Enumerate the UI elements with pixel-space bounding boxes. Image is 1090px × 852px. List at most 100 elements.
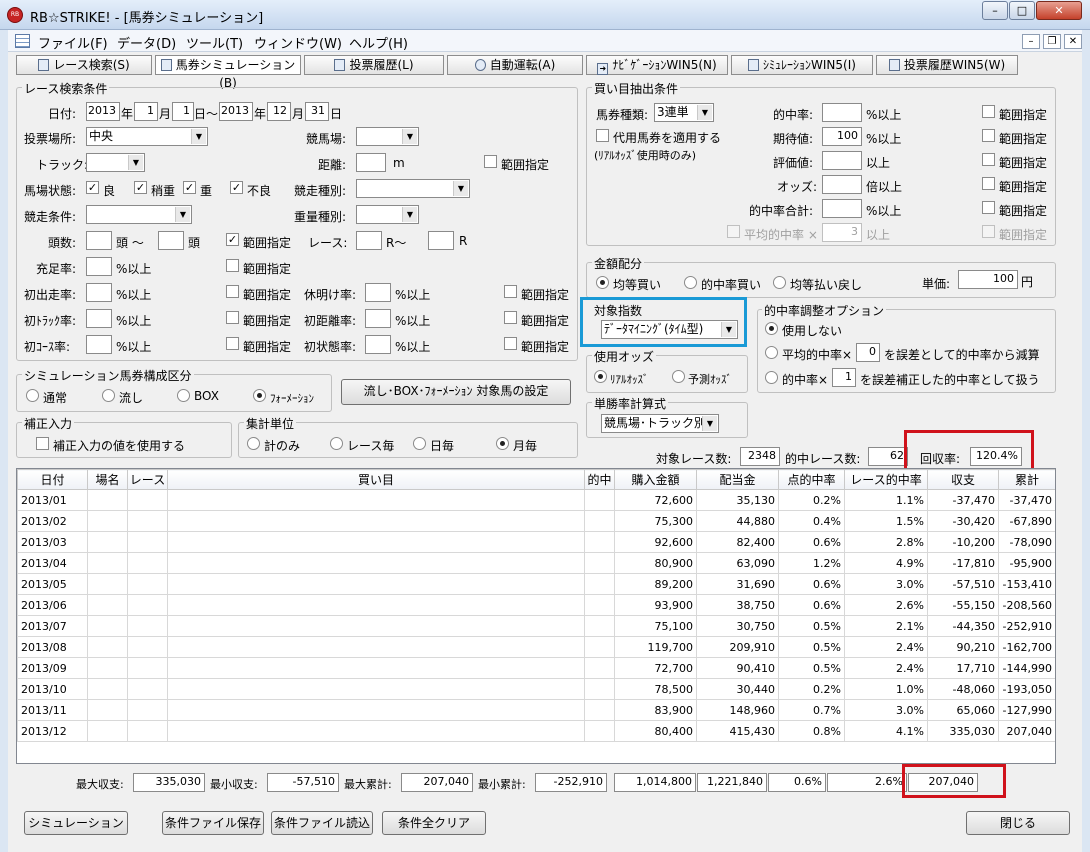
avg-hit-input[interactable]: 3 — [822, 223, 862, 242]
hit-total-range-checkbox[interactable] — [982, 201, 995, 214]
unit-price-input[interactable]: 100 — [958, 270, 1018, 289]
from-month-input[interactable]: 1 — [134, 102, 158, 121]
hit-rate-range-checkbox[interactable] — [982, 105, 995, 118]
rest-rate-input[interactable] — [365, 283, 391, 302]
evaluation-range-checkbox[interactable] — [982, 153, 995, 166]
table-row[interactable]: 2013/07 75,100 30,750 0.5% 2.1% -44,350 -252,9… — [17, 615, 1055, 637]
close-window-button[interactable]: ✕ — [1036, 1, 1082, 20]
simulate-button[interactable]: シミュレーション — [24, 811, 128, 835]
document-menu-icon[interactable] — [15, 34, 30, 48]
menu-data[interactable]: データ(D) — [117, 33, 176, 52]
col-race-hit-rate[interactable]: レース的中率 — [844, 469, 928, 490]
col-date[interactable]: 日付 — [17, 469, 88, 490]
first-start-range-checkbox[interactable] — [226, 285, 239, 298]
mdi-minimize-icon[interactable]: – — [1022, 34, 1040, 49]
index-select[interactable]: ﾃﾞｰﾀﾏｲﾆﾝｸﾞ(ﾀｲﾑ型) — [601, 320, 738, 339]
avg-hit-checkbox[interactable] — [727, 225, 740, 238]
clear-conditions-button[interactable]: 条件全クリア — [382, 811, 486, 835]
tab-navigation-win5[interactable]: ➜ ﾅﾋﾞｹﾞｰｼｮﾝWIN5(N) — [586, 55, 728, 75]
odds-real-radio[interactable] — [594, 370, 607, 383]
close-button[interactable]: 閉じる — [966, 811, 1070, 835]
table-row[interactable]: 2013/06 93,900 38,750 0.6% 2.6% -55,150 -208,5… — [17, 594, 1055, 616]
col-cumulative[interactable]: 累計 — [998, 469, 1055, 490]
hit-adjust-multiply-input[interactable]: 1 — [832, 368, 856, 387]
minimize-button[interactable]: – — [982, 1, 1008, 20]
fill-rate-range-checkbox[interactable] — [226, 259, 239, 272]
results-grid[interactable]: 日付 場名 レース 買い目 的中 購入金額 配当金 点的中率 レース的中率 収支… — [16, 468, 1056, 764]
condition-slightly-heavy-checkbox[interactable]: ✓ — [134, 181, 147, 194]
col-hit[interactable]: 的中 — [584, 469, 615, 490]
alloc-equal-radio[interactable] — [596, 276, 609, 289]
to-month-input[interactable]: 12 — [267, 102, 291, 121]
target-horse-settings-button[interactable]: 流し･BOX･ﾌｫｰﾒｰｼｮﾝ 対象馬の設定 — [341, 379, 571, 405]
first-distance-input[interactable] — [365, 309, 391, 328]
race-from-input[interactable] — [356, 231, 382, 250]
tab-simulation-win5[interactable]: ｼﾐｭﾚｰｼｮﾝWIN5(I) — [731, 55, 873, 75]
menu-help[interactable]: ヘルプ(H) — [349, 33, 408, 52]
mdi-close-icon[interactable]: ✕ — [1064, 34, 1082, 49]
agg-race-radio[interactable] — [330, 437, 343, 450]
first-start-input[interactable] — [86, 283, 112, 302]
fill-rate-input[interactable] — [86, 257, 112, 276]
odds-range-checkbox[interactable] — [982, 177, 995, 190]
agg-total-radio[interactable] — [247, 437, 260, 450]
condition-good-checkbox[interactable]: ✓ — [86, 181, 99, 194]
col-bets[interactable]: 買い目 — [167, 469, 585, 490]
weight-type-select[interactable] — [356, 205, 419, 224]
from-day-input[interactable]: 1 — [172, 102, 194, 121]
composition-box-radio[interactable] — [177, 389, 190, 402]
first-course-range-checkbox[interactable] — [226, 337, 239, 350]
venue-select[interactable]: 中央 — [86, 127, 208, 146]
use-correction-checkbox[interactable] — [36, 437, 49, 450]
mdi-restore-icon[interactable]: ❐ — [1043, 34, 1061, 49]
agg-day-radio[interactable] — [413, 437, 426, 450]
expected-value-input[interactable]: 100 — [822, 127, 862, 146]
col-balance[interactable]: 収支 — [927, 469, 999, 490]
table-row[interactable]: 2013/09 72,700 90,410 0.5% 2.4% 17,710 -144,99… — [17, 657, 1055, 679]
col-race[interactable]: レース — [127, 469, 168, 490]
distance-range-checkbox[interactable] — [484, 155, 497, 168]
race-cond-select[interactable] — [86, 205, 192, 224]
evaluation-input[interactable] — [822, 151, 862, 170]
table-row[interactable]: 2013/10 78,500 30,440 0.2% 1.0% -48,060 -193,0… — [17, 678, 1055, 700]
menu-file[interactable]: ファイル(F) — [38, 33, 108, 52]
table-row[interactable]: 2013/04 80,900 63,090 1.2% 4.9% -17,810 -95,90… — [17, 552, 1055, 574]
race-type-select[interactable] — [356, 179, 470, 198]
table-row[interactable]: 2013/03 92,600 82,400 0.6% 2.8% -10,200 -78,09… — [17, 531, 1055, 553]
first-condition-input[interactable] — [365, 335, 391, 354]
hit-adjust-subtract-radio[interactable] — [765, 346, 778, 359]
tab-vote-history[interactable]: 投票履歴(L) — [304, 55, 444, 75]
col-venue[interactable]: 場名 — [87, 469, 128, 490]
to-year-input[interactable]: 2013 — [219, 102, 253, 121]
tab-ticket-simulation[interactable]: 馬券シミュレーション(B) — [155, 55, 301, 90]
condition-heavy-checkbox[interactable]: ✓ — [183, 181, 196, 194]
tab-auto-run[interactable]: 自動運転(A) — [447, 55, 583, 75]
heads-range-checkbox[interactable]: ✓ — [226, 233, 239, 246]
heads-from-input[interactable] — [86, 231, 112, 250]
first-track-input[interactable] — [86, 309, 112, 328]
col-point-hit-rate[interactable]: 点的中率 — [778, 469, 845, 490]
tab-race-search[interactable]: レース検索(S) — [16, 55, 152, 75]
composition-formation-radio[interactable] — [253, 389, 266, 402]
alloc-payout-radio[interactable] — [773, 276, 786, 289]
odds-input[interactable] — [822, 175, 862, 194]
from-year-input[interactable]: 2013 — [86, 102, 120, 121]
hit-adjust-multiply-radio[interactable] — [765, 371, 778, 384]
win-calc-select[interactable]: 競馬場･トラック別 — [601, 414, 719, 433]
load-conditions-button[interactable]: 条件ファイル読込 — [271, 811, 373, 835]
first-course-input[interactable] — [86, 335, 112, 354]
table-row[interactable]: 2013/05 89,200 31,690 0.6% 3.0% -57,510 -153,4… — [17, 573, 1055, 595]
track-select[interactable] — [86, 153, 145, 172]
table-row[interactable]: 2013/02 75,300 44,880 0.4% 1.5% -30,420 -67,89… — [17, 510, 1055, 532]
first-distance-range-checkbox[interactable] — [504, 311, 517, 324]
avg-hit-range-checkbox[interactable] — [982, 225, 995, 238]
first-condition-range-checkbox[interactable] — [504, 337, 517, 350]
alloc-hit-radio[interactable] — [684, 276, 697, 289]
race-to-input[interactable] — [428, 231, 454, 250]
table-row[interactable]: 2013/08 119,700 209,910 0.5% 2.4% 90,210 -162,… — [17, 636, 1055, 658]
first-track-range-checkbox[interactable] — [226, 311, 239, 324]
ticket-type-select[interactable]: 3連単 — [654, 103, 714, 122]
hit-adjust-subtract-input[interactable]: 0 — [856, 343, 880, 362]
table-row[interactable]: 2013/12 80,400 415,430 0.8% 4.1% 335,030 207,0… — [17, 720, 1055, 742]
heads-to-input[interactable] — [158, 231, 184, 250]
